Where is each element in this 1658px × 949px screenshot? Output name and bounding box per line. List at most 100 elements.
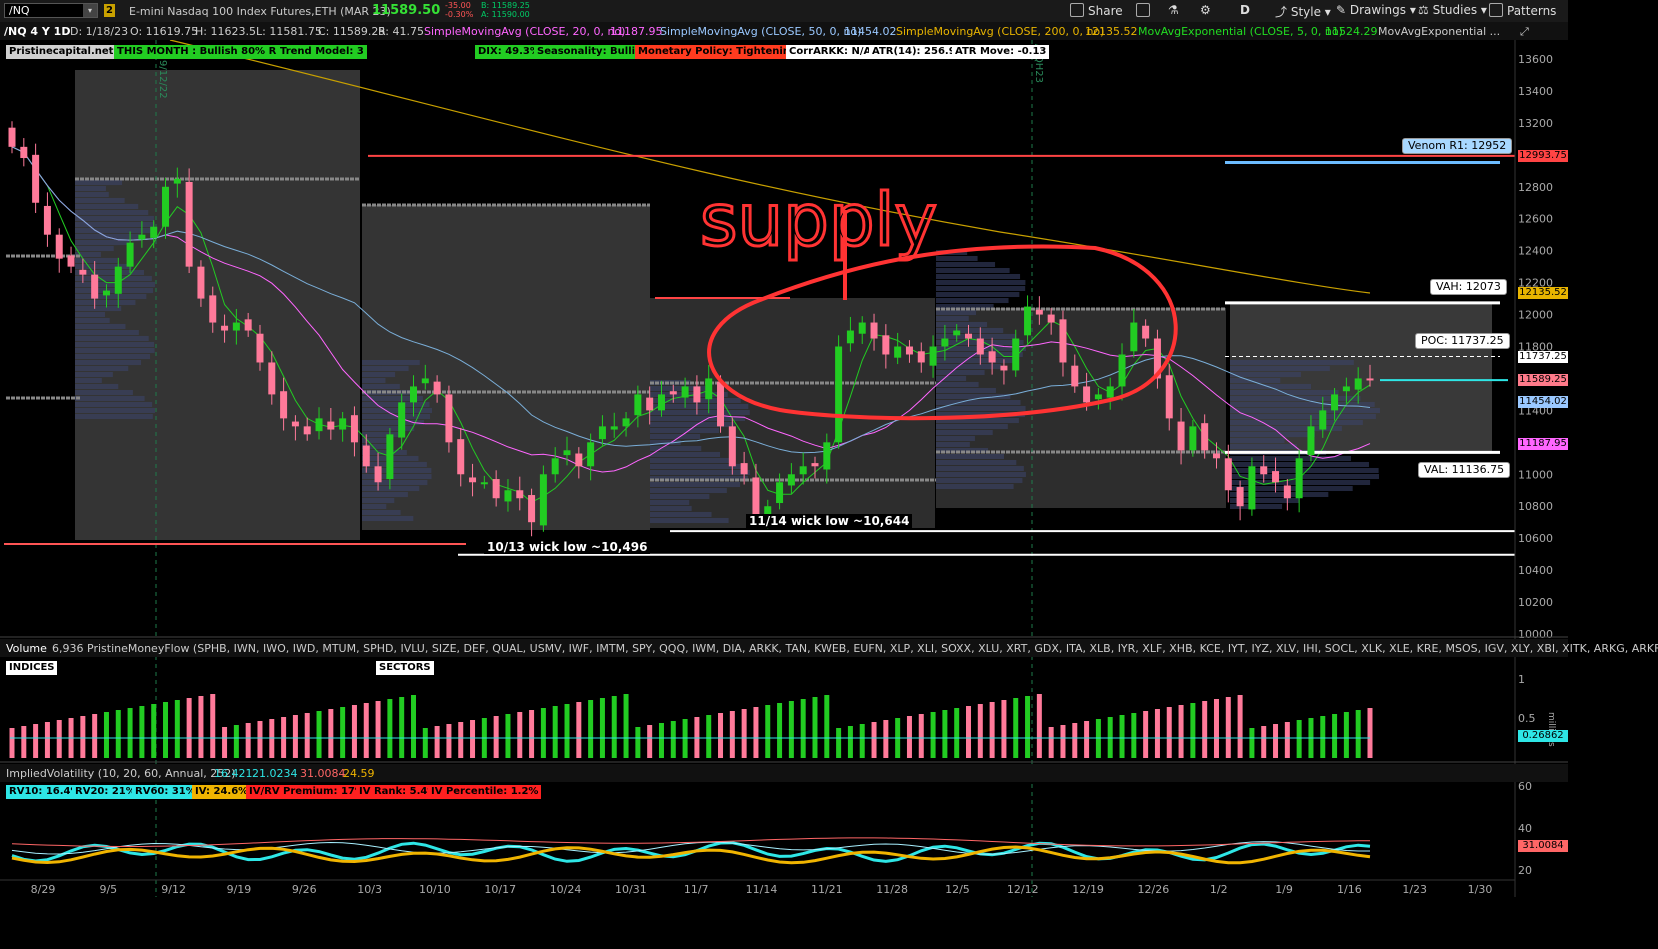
sma50-value: 11454.02 bbox=[844, 25, 897, 38]
volume-bar bbox=[540, 708, 546, 758]
share-button[interactable]: Share bbox=[1070, 3, 1123, 18]
settings-button[interactable]: ⚙ bbox=[1200, 3, 1211, 17]
candle-body bbox=[1177, 421, 1185, 451]
candle-body bbox=[941, 338, 949, 347]
sma20-label[interactable]: SimpleMovingAvg (CLOSE, 20, 0, no) bbox=[424, 25, 625, 38]
volume-bar bbox=[1072, 723, 1078, 758]
candle-body bbox=[1248, 466, 1256, 510]
volume-bar bbox=[1261, 726, 1267, 758]
y-tick-label: 13400 bbox=[1518, 85, 1553, 98]
period-label: /NQ 4 Y 1D bbox=[4, 25, 71, 38]
candle-body bbox=[386, 434, 394, 480]
candle-body bbox=[929, 346, 937, 366]
symbol-text: /NQ bbox=[9, 4, 30, 17]
volume-title[interactable]: Volume bbox=[6, 642, 47, 655]
instrument-description: E-mini Nasdaq 100 Index Futures,ETH (MAR… bbox=[129, 5, 391, 18]
sma200-label[interactable]: SimpleMovingAvg (CLOSE, 200, 0, no) bbox=[896, 25, 1104, 38]
profile-bar bbox=[936, 280, 1026, 285]
candle-body bbox=[79, 269, 87, 275]
change-block: -35.00 -0.30% bbox=[445, 1, 473, 19]
volume-bar bbox=[1013, 698, 1019, 758]
profile-bar bbox=[75, 240, 130, 245]
volume-bar bbox=[977, 704, 983, 758]
profile-bar bbox=[650, 506, 692, 511]
profile-bar bbox=[75, 210, 149, 215]
volume-bar bbox=[21, 726, 27, 758]
x-tick-label: 8/29 bbox=[31, 883, 56, 896]
iv-val-3: 31.0084 bbox=[300, 767, 346, 780]
high-value: H: 11623.5 bbox=[195, 25, 256, 38]
sma50-label[interactable]: SimpleMovingAvg (CLOSE, 50, 0, no) bbox=[660, 25, 861, 38]
symbol-input[interactable]: /NQ ▾ bbox=[4, 3, 98, 18]
volume-bar bbox=[1213, 699, 1219, 758]
volume-panel-header: Volume 6,936 PristineMoneyFlow (SPHB, IW… bbox=[0, 639, 1658, 657]
indicator-badge: THIS MONTH : Bullish 80% Rule bbox=[114, 45, 297, 59]
profile-bar bbox=[362, 462, 427, 467]
ask-price: A: 11590.00 bbox=[481, 10, 530, 19]
y-tick-label: 10600 bbox=[1518, 532, 1553, 545]
pencil-icon: ✎ bbox=[1336, 3, 1350, 17]
low-value: L: 11581.75 bbox=[256, 25, 322, 38]
indicator-badge: Seasonality: Bullish bbox=[534, 45, 652, 59]
volume-bar bbox=[198, 696, 204, 758]
volume-bar bbox=[906, 716, 912, 758]
ema5-label[interactable]: MovAvgExponential (CLOSE, 5, 0, no) bbox=[1138, 25, 1343, 38]
candle-body bbox=[102, 290, 110, 296]
candle-body bbox=[32, 154, 40, 203]
candle-body bbox=[717, 381, 725, 427]
volume-bar bbox=[1273, 724, 1279, 758]
candle-body bbox=[43, 205, 51, 235]
profile-bar bbox=[75, 378, 102, 383]
candle-body bbox=[327, 421, 335, 430]
iv-axis-20: 20 bbox=[1518, 864, 1532, 877]
candle-body bbox=[1236, 487, 1244, 507]
profile-bar bbox=[1230, 366, 1330, 371]
profile-bar bbox=[936, 262, 996, 267]
iv-value-label: 31.0084 bbox=[1518, 840, 1568, 852]
candle-body bbox=[705, 378, 713, 400]
drawings-button[interactable]: ✎ Drawings ▾ bbox=[1336, 3, 1416, 17]
candle-body bbox=[1059, 319, 1067, 363]
volume-bar bbox=[1284, 722, 1290, 758]
iv-axis-40: 40 bbox=[1518, 822, 1532, 835]
profile-bar bbox=[75, 198, 125, 203]
profile-bar bbox=[650, 452, 721, 457]
iv-title[interactable]: ImpliedVolatility (10, 20, 60, Annual, 2… bbox=[6, 767, 236, 780]
price-chart[interactable]: 9/12/22/NQH23 supply 1360013400132001300… bbox=[0, 0, 1568, 897]
volume-bar bbox=[718, 713, 724, 758]
profile-bar bbox=[936, 358, 1015, 363]
x-tick-label: 1/30 bbox=[1468, 883, 1493, 896]
candle-body bbox=[1319, 410, 1327, 430]
volume-bar bbox=[1202, 701, 1208, 758]
profile-bar bbox=[650, 482, 741, 487]
volume-bar bbox=[44, 722, 50, 758]
x-tick-label: 12/26 bbox=[1138, 883, 1170, 896]
link-badge[interactable]: 2 bbox=[104, 4, 115, 17]
candle-body bbox=[350, 415, 358, 443]
y-tick-label: 12600 bbox=[1518, 213, 1553, 226]
pct-change: -0.30% bbox=[445, 10, 474, 19]
moneyflow-label[interactable]: PristineMoneyFlow (SPHB, IWN, IWO, IWD, … bbox=[87, 642, 1658, 655]
aggregation-button[interactable]: D bbox=[1240, 3, 1250, 17]
toolbar: /NQ ▾ 2 E-mini Nasdaq 100 Index Futures,E… bbox=[0, 0, 1568, 23]
candle-body bbox=[976, 338, 984, 355]
profile-bar bbox=[936, 382, 979, 387]
clipboard-button[interactable] bbox=[1136, 3, 1154, 18]
candle-body bbox=[1201, 423, 1209, 451]
studies-button[interactable]: ⚖ Studies ▾ bbox=[1418, 3, 1487, 17]
candle-body bbox=[1331, 394, 1339, 411]
iv-tag: RV60: 31% bbox=[132, 785, 199, 799]
style-button[interactable]: ⤴ Style ▾ bbox=[1275, 3, 1331, 20]
collapse-icon[interactable]: ⤢ bbox=[1520, 25, 1529, 39]
volume-bar bbox=[824, 695, 830, 758]
iv-tag: IV Percentile: 1.2% bbox=[428, 785, 542, 799]
chevron-down-icon[interactable]: ▾ bbox=[83, 4, 97, 17]
candle-body bbox=[1142, 325, 1150, 339]
candle-body bbox=[587, 442, 595, 467]
profile-bar bbox=[936, 424, 1008, 429]
profile-bar bbox=[75, 360, 142, 365]
ema-more-label[interactable]: MovAvgExponential ... bbox=[1378, 25, 1500, 38]
flask-button[interactable]: ⚗ bbox=[1168, 3, 1179, 17]
patterns-button[interactable]: Patterns bbox=[1489, 3, 1556, 18]
candle-body bbox=[1283, 485, 1291, 499]
